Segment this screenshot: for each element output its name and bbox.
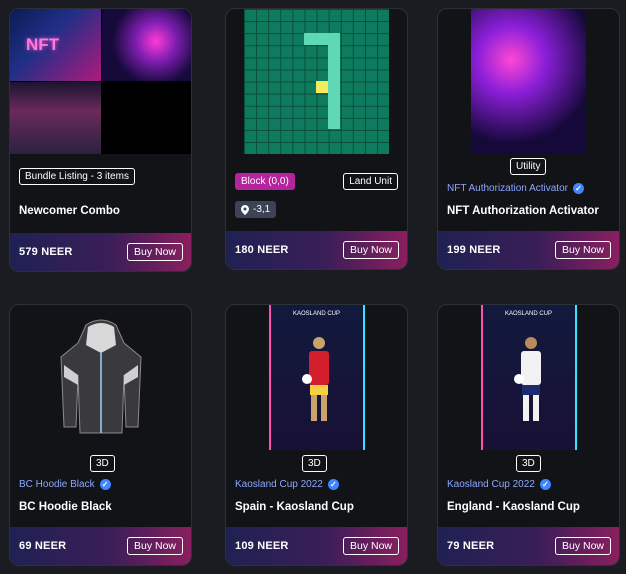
- buy-now-button[interactable]: Buy Now: [554, 241, 611, 259]
- card-footer: 579 NEER Buy Now: [10, 233, 191, 271]
- buy-now-button[interactable]: Buy Now: [342, 537, 399, 555]
- bundle-image-3: [10, 82, 101, 154]
- product-card-nft-authorization[interactable]: Utility NFT Authorization Activator ✓ NF…: [437, 8, 620, 270]
- product-card-england-kaosland-cup[interactable]: KAOSLAND CUP 3D Kaosland Cup 2022 ✓ Engl…: [437, 304, 620, 566]
- card-footer: 69 NEER Buy Now: [10, 527, 191, 565]
- card-footer: 109 NEER Buy Now: [226, 527, 407, 565]
- thumbnail-text: NFT: [26, 35, 60, 54]
- nft-thumbnail: [438, 9, 619, 154]
- creator-name: Kaosland Cup 2022: [447, 479, 535, 490]
- card-title: Newcomer Combo: [19, 205, 120, 217]
- spain-thumbnail: KAOSLAND CUP: [226, 305, 407, 450]
- card-footer: 180 NEER Buy Now: [226, 231, 407, 269]
- 3d-tag: 3D: [516, 455, 541, 472]
- check-badge-icon: ✓: [572, 183, 584, 194]
- 3d-tag: 3D: [302, 455, 327, 472]
- creator-link[interactable]: BC Hoodie Black ✓: [19, 479, 111, 490]
- card-footer: 79 NEER Buy Now: [438, 527, 619, 565]
- thumbnail-text: KAOSLAND CUP: [292, 311, 340, 317]
- location-badge: -3,1: [235, 201, 277, 218]
- block-badge: Block (0,0): [235, 173, 295, 190]
- land-marker: [316, 81, 328, 93]
- bundle-image-1: NFT: [10, 9, 101, 81]
- card-title: BC Hoodie Black: [19, 501, 112, 513]
- card-title: Spain - Kaosland Cup: [235, 501, 354, 513]
- buy-now-button[interactable]: Buy Now: [342, 241, 399, 259]
- product-card-spain-kaosland-cup[interactable]: KAOSLAND CUP 3D Kaosland Cup 2022 ✓ Spai…: [225, 304, 408, 566]
- product-card-land-unit[interactable]: Block (0,0) Land Unit -3,1 180 NEER Buy …: [225, 8, 408, 270]
- card-title: NFT Authorization Activator: [447, 205, 599, 217]
- card-footer: 199 NEER Buy Now: [438, 231, 619, 269]
- creator-link[interactable]: NFT Authorization Activator ✓: [447, 183, 584, 194]
- price: 79 NEER: [447, 540, 495, 552]
- utility-tag: Utility: [510, 158, 547, 175]
- check-badge-icon: ✓: [327, 479, 339, 490]
- price: 69 NEER: [19, 540, 67, 552]
- buy-now-button[interactable]: Buy Now: [126, 537, 183, 555]
- buy-now-button[interactable]: Buy Now: [126, 243, 183, 261]
- creator-name: Kaosland Cup 2022: [235, 479, 323, 490]
- player-image: [513, 337, 541, 421]
- land-grid: [244, 9, 389, 154]
- creator-name: BC Hoodie Black: [19, 479, 95, 490]
- creator-link[interactable]: Kaosland Cup 2022 ✓: [447, 479, 551, 490]
- location-text: -3,1: [253, 204, 271, 215]
- card-title: England - Kaosland Cup: [447, 501, 580, 513]
- check-badge-icon: ✓: [99, 479, 111, 490]
- price: 579 NEER: [19, 246, 73, 258]
- bundle-image-empty: [102, 82, 191, 154]
- creator-link[interactable]: Kaosland Cup 2022 ✓: [235, 479, 339, 490]
- player-image: [301, 337, 329, 421]
- product-card-newcomer-combo[interactable]: NFT Bundle Listing - 3 items Newcomer Co…: [9, 8, 192, 272]
- 3d-tag: 3D: [90, 455, 115, 472]
- price: 199 NEER: [447, 244, 501, 256]
- thumbnail-text: KAOSLAND CUP: [504, 311, 552, 317]
- hoodie-thumbnail: [10, 305, 191, 450]
- bundle-tag: Bundle Listing - 3 items: [19, 168, 135, 185]
- land-unit-tag: Land Unit: [343, 173, 398, 190]
- creator-name: NFT Authorization Activator: [447, 183, 568, 194]
- england-thumbnail: KAOSLAND CUP: [438, 305, 619, 450]
- price: 109 NEER: [235, 540, 289, 552]
- price: 180 NEER: [235, 244, 289, 256]
- check-badge-icon: ✓: [539, 479, 551, 490]
- product-card-bc-hoodie[interactable]: 3D BC Hoodie Black ✓ BC Hoodie Black 69 …: [9, 304, 192, 566]
- bundle-thumbnail: NFT: [10, 9, 191, 154]
- buy-now-button[interactable]: Buy Now: [554, 537, 611, 555]
- bundle-image-2: [102, 9, 191, 81]
- map-pin-icon: [241, 204, 249, 215]
- land-thumbnail: [226, 9, 407, 154]
- hoodie-image: [59, 319, 142, 434]
